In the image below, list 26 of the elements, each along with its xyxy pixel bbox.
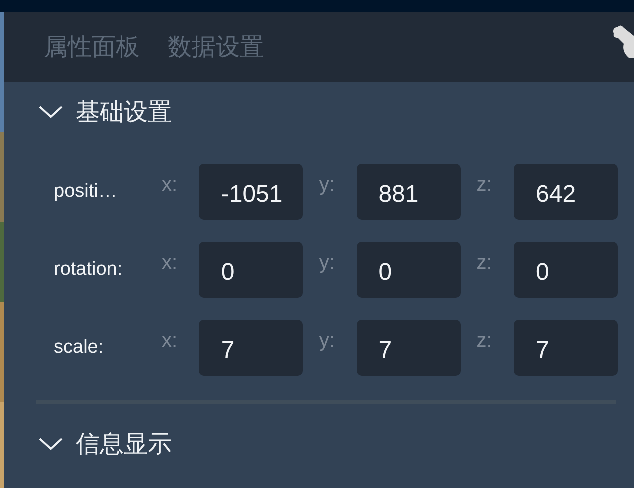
section-title: 信息显示 — [76, 429, 172, 460]
bone-icon[interactable] — [612, 24, 634, 58]
number-field[interactable]: 0 — [199, 242, 304, 298]
number-field[interactable]: 7 — [514, 320, 618, 376]
axis-label: z: — [476, 173, 494, 197]
number-field[interactable]: 7 — [356, 320, 461, 376]
number-field[interactable]: 642 — [514, 164, 618, 220]
axis-label: z: — [476, 251, 494, 275]
axis-label: y: — [319, 173, 336, 197]
field-label: positi… — [54, 181, 118, 203]
chevron-down-icon[interactable] — [38, 104, 64, 120]
number-field[interactable]: 7 — [199, 320, 304, 376]
field-label: rotation: — [54, 259, 124, 281]
axis-label: z: — [476, 329, 494, 353]
number-field[interactable]: 881 — [356, 164, 461, 220]
axis-label: x: — [162, 329, 179, 353]
axis-label: x: — [162, 251, 179, 275]
section-title: 基础设置 — [76, 97, 172, 128]
axis-label: y: — [319, 329, 336, 353]
chevron-down-icon[interactable] — [38, 436, 64, 452]
field-label: scale: — [54, 337, 105, 359]
axis-label: y: — [319, 251, 336, 275]
axis-label: x: — [162, 173, 179, 197]
number-field[interactable]: -1051 — [199, 164, 304, 220]
number-field[interactable]: 0 — [514, 242, 618, 298]
number-field[interactable]: 0 — [356, 242, 461, 298]
